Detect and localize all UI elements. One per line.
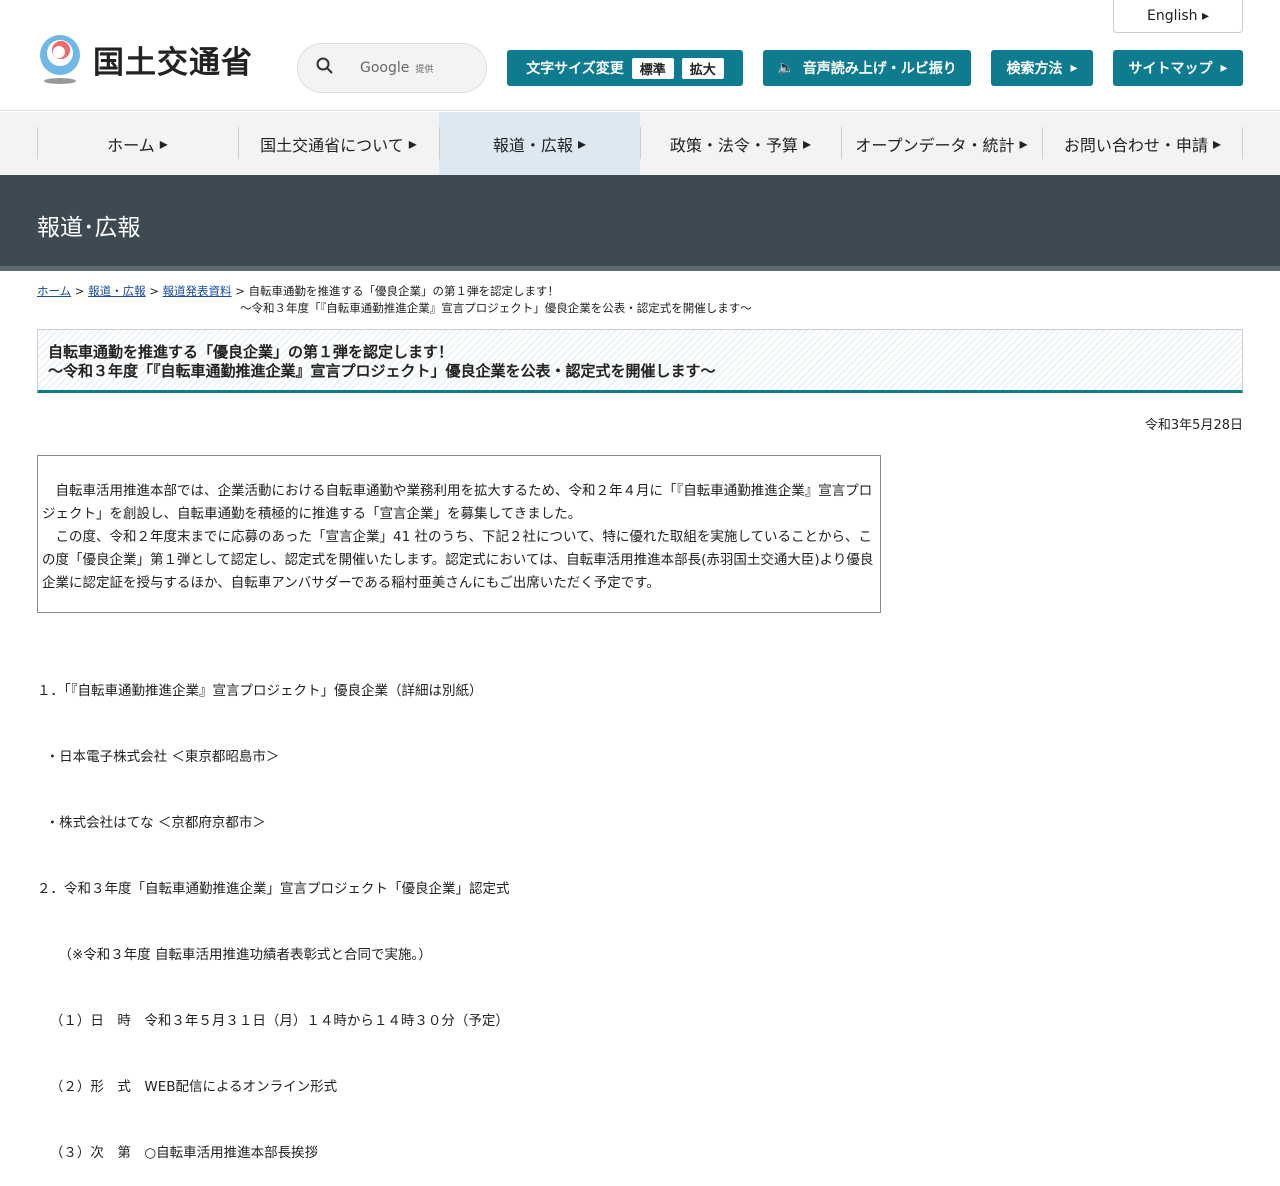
search-method-label: 検索方法 [1006, 61, 1063, 77]
global-nav: ホーム ▸ 国土交通省について ▸ 報道・広報 ▸ 政策・法令・予算 ▸ オープ… [0, 112, 1280, 175]
nav-contact[interactable]: お問い合わせ・申請 ▸ [1042, 112, 1243, 175]
section-title: 報道･広報 [37, 215, 141, 241]
body-line: ２．令和３年度「自転車通勤推進企業」宣言プロジェクト「優良企業」認定式 [37, 881, 510, 897]
body-line: ・日本電子株式会社 ＜東京都昭島市＞ [37, 749, 280, 765]
crumb-releases[interactable]: 報道発表資料 [163, 284, 232, 298]
nav-label: 報道・広報 [492, 135, 573, 155]
body-line: ・株式会社はてな ＜京都府京都市＞ [37, 815, 266, 831]
nav-opendata[interactable]: オープンデータ・統計 ▸ [841, 112, 1042, 175]
mlit-logo[interactable]: 国土交通省 [37, 33, 253, 85]
speech-button[interactable]: 🔈 音声読み上げ・ルビ振り [763, 50, 971, 86]
body-line: （３）次 第 ○自転車活用推進本部長挨拶 [37, 1145, 319, 1161]
search-provider: Google [360, 60, 410, 76]
nav-press[interactable]: 報道・広報 ▸ [439, 112, 640, 175]
body-line: （２）形 式 WEB配信によるオンライン形式 [37, 1079, 338, 1095]
search-icon[interactable] [316, 57, 334, 79]
nav-label: 政策・法令・予算 [669, 135, 798, 155]
sitemap-label: サイトマップ [1128, 61, 1213, 77]
article-body: １．「『自転車通勤推進企業』宣言プロジェクト」優良企業（詳細は別紙） ・日本電子… [37, 636, 510, 1186]
body-line: （１）日 時 令和３年５月３１日（月）１４時から１４時３０分（予定） [37, 1013, 509, 1029]
crumb-home[interactable]: ホーム [37, 284, 71, 298]
crumb-current: 自転車通勤を推進する「優良企業」の第１弾を認定します！ [248, 284, 560, 298]
nav-home[interactable]: ホーム ▸ [37, 112, 238, 175]
speaker-icon: 🔈 [777, 60, 795, 76]
sitemap-button[interactable]: サイトマップ ▸ [1113, 50, 1243, 86]
title-line-1: 自転車通勤を推進する「優良企業」の第１弾を認定します！ [48, 343, 454, 361]
nav-policy[interactable]: 政策・法令・予算 ▸ [640, 112, 841, 175]
search-method-button[interactable]: 検索方法 ▸ [991, 50, 1093, 86]
summary-box: 自転車活用推進本部では、企業活動における自転車通勤や業務利用を拡大するため、令和… [37, 455, 881, 613]
font-size-control: 文字サイズ変更 標準 拡大 [507, 50, 743, 86]
logo-mark-icon [37, 33, 85, 85]
crumb-current-sub: ～令和３年度「『自転車通勤推進企業』宣言プロジェクト」優良企業を公表・認定式を開… [240, 301, 752, 315]
site-header: 国土交通省 English ▸ Google 提供 文字サイズ変更 標準 拡大 … [0, 0, 1280, 111]
nav-label: ホーム [107, 135, 155, 155]
publish-date: 令和3年5月28日 [1144, 418, 1243, 433]
article-title: 自転車通勤を推進する「優良企業」の第１弾を認定します！ ～令和３年度「『自転車通… [37, 329, 1243, 393]
font-standard-button[interactable]: 標準 [631, 57, 674, 79]
breadcrumb: ホーム > 報道・広報 > 報道発表資料 > 自転車通勤を推進する「優良企業」の… [37, 283, 797, 317]
font-large-button[interactable]: 拡大 [681, 57, 724, 79]
english-link[interactable]: English ▸ [1113, 0, 1243, 33]
logo-text: 国土交通省 [93, 44, 253, 81]
nav-label: お問い合わせ・申請 [1063, 135, 1208, 155]
site-search[interactable]: Google 提供 [297, 43, 487, 93]
crumb-press[interactable]: 報道・広報 [88, 284, 146, 298]
search-provider-suffix: 提供 [415, 64, 434, 75]
title-line-2: ～令和３年度「『自転車通勤推進企業』宣言プロジェクト」優良企業を公表・認定式を開… [48, 362, 716, 380]
nav-label: オープンデータ・統計 [855, 135, 1015, 155]
nav-about[interactable]: 国土交通省について ▸ [238, 112, 439, 175]
body-line: １．「『自転車通勤推進企業』宣言プロジェクト」優良企業（詳細は別紙） [37, 683, 483, 699]
section-banner: 報道･広報 [0, 175, 1280, 271]
font-size-label: 文字サイズ変更 [526, 61, 624, 77]
english-label: English [1146, 8, 1198, 24]
speech-label: 音声読み上げ・ルビ振り [802, 61, 957, 77]
body-line: （※令和３年度 自転車活用推進功績者表彰式と合同で実施。） [37, 947, 432, 963]
nav-label: 国土交通省について [260, 135, 404, 155]
